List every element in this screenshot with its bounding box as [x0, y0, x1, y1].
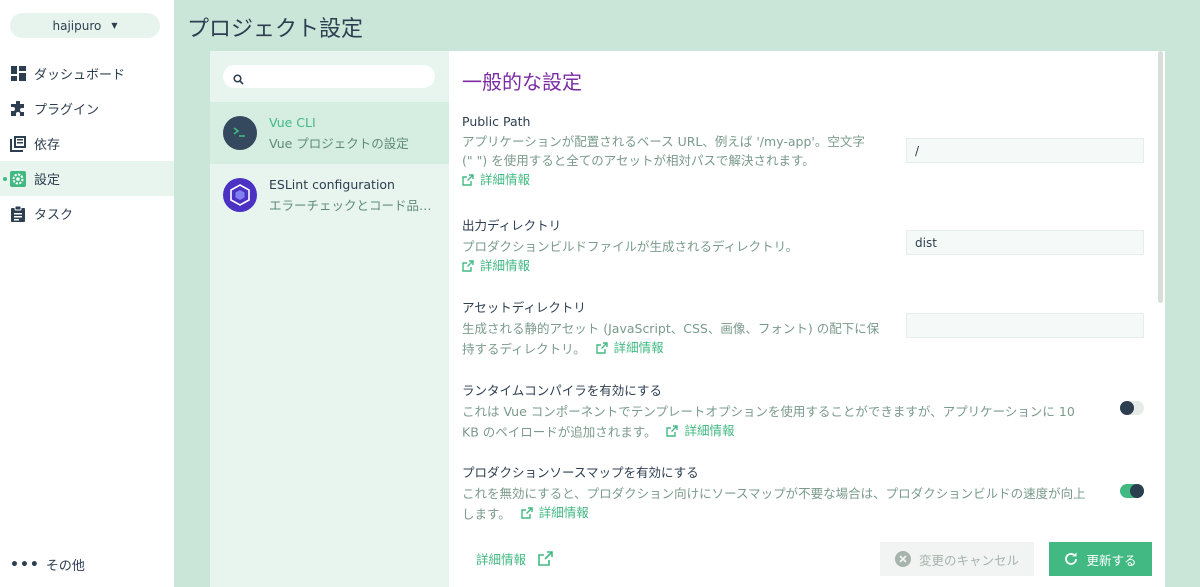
plugin-desc: エラーチェックとコード品質の設定: [269, 197, 439, 213]
update-button[interactable]: 更新する: [1049, 542, 1152, 576]
setting-desc-text: これは Vue コンポーネントでテンプレートオプションを使用することができますが…: [462, 404, 1075, 440]
clipboard-icon: [10, 205, 26, 222]
project-selector[interactable]: hajipuro ▼: [10, 13, 160, 38]
nav-item-label: タスク: [34, 208, 74, 223]
external-link-icon: [462, 259, 474, 272]
setting-title: プロダクションソースマップを有効にする: [462, 465, 699, 480]
runtime-compiler-toggle[interactable]: [1120, 401, 1144, 415]
setting-desc: プロダクションビルドファイルが生成されるディレクトリ。 詳細情報: [462, 237, 872, 277]
nav-more[interactable]: ••• その他: [10, 555, 85, 575]
settings-icon: [10, 170, 26, 187]
cancel-changes-button[interactable]: 変更のキャンセル: [880, 542, 1034, 576]
external-link-icon: [595, 341, 608, 354]
nav-item-dashboard[interactable]: ダッシュボード: [0, 56, 174, 91]
more-info-label: 詳細情報: [480, 172, 531, 187]
production-sourcemap-toggle[interactable]: [1120, 484, 1144, 498]
setting-public-path: Public Path アプリケーションが配置されるベース URL、例えば '/…: [462, 114, 872, 191]
setting-desc-text: 生成される静的アセット (JavaScript、CSS、画像、フォント) の配下…: [462, 321, 880, 357]
nav-item-tasks[interactable]: タスク: [0, 196, 174, 231]
search-input[interactable]: [249, 67, 429, 86]
caret-down-icon: ▼: [111, 21, 118, 30]
more-dots-icon: •••: [10, 556, 40, 573]
refresh-icon: [1064, 552, 1078, 566]
setting-assets-dir: アセットディレクトリ 生成される静的アセット (JavaScript、CSS、画…: [462, 297, 882, 359]
nav-item-label: 設定: [34, 173, 61, 188]
nav-item-plugins[interactable]: プラグイン: [0, 91, 174, 126]
setting-output-dir: 出力ディレクトリ プロダクションビルドファイルが生成されるディレクトリ。 詳細情…: [462, 215, 872, 277]
scrollbar[interactable]: [1158, 51, 1163, 303]
setting-desc-text: プロダクションビルドファイルが生成されるディレクトリ。: [462, 239, 799, 254]
plugin-list: Vue CLI Vue プロジェクトの設定 ESLint configurati…: [210, 51, 449, 587]
setting-desc-text: アプリケーションが配置されるベース URL、例えば '/my-app'。空文字 …: [462, 134, 865, 168]
output-dir-input[interactable]: [906, 230, 1144, 255]
plugin-desc: Vue プロジェクトの設定: [269, 135, 409, 151]
plugin-item-eslint[interactable]: ESLint configuration エラーチェックとコード品質の設定: [210, 164, 449, 226]
active-indicator: [3, 176, 7, 181]
nav-item-label: 依存: [34, 138, 61, 153]
page-title: プロジェクト設定: [187, 17, 364, 42]
left-nav: hajipuro ▼ ダッシュボード プラグイン 依存 設定 タスク ••• そ: [0, 0, 174, 587]
search-box[interactable]: [223, 65, 435, 88]
nav-more-label: その他: [45, 559, 85, 574]
external-link-icon: [462, 173, 474, 186]
setting-runtime-compiler: ランタイムコンパイラを有効にする これは Vue コンポーネントでテンプレートオ…: [462, 380, 1087, 442]
more-info-label: 詳細情報: [684, 423, 735, 438]
footer-more-info-link[interactable]: 詳細情報: [476, 549, 553, 568]
setting-desc: 生成される静的アセット (JavaScript、CSS、画像、フォント) の配下…: [462, 319, 882, 359]
nav-item-dependencies[interactable]: 依存: [0, 126, 174, 161]
more-info-label: 詳細情報: [538, 505, 589, 520]
more-info-label: 詳細情報: [480, 258, 531, 273]
terminal-icon: [223, 116, 257, 150]
setting-production-sourcemap: プロダクションソースマップを有効にする これを無効にすると、プロダクション向けに…: [462, 462, 1087, 524]
setting-title: アセットディレクトリ: [462, 300, 586, 315]
setting-desc: これを無効にすると、プロダクション向けにソースマップが不要な場合は、プロダクショ…: [462, 484, 1087, 524]
search-icon: [233, 70, 244, 89]
cancel-label: 変更のキャンセル: [918, 552, 1019, 568]
more-info-link[interactable]: 詳細情報: [462, 170, 530, 189]
setting-title: ランタイムコンパイラを有効にする: [462, 383, 662, 398]
external-link-icon: [521, 506, 533, 519]
external-link-icon: [666, 424, 679, 437]
setting-desc: アプリケーションが配置されるベース URL、例えば '/my-app'。空文字 …: [462, 132, 872, 191]
section-title: 一般的な設定: [462, 70, 582, 94]
more-info-link[interactable]: 詳細情報: [462, 256, 530, 275]
toggle-knob: [1130, 484, 1144, 498]
more-info-link[interactable]: 詳細情報: [595, 338, 664, 357]
footer-more-label: 詳細情報: [476, 552, 527, 567]
update-label: 更新する: [1086, 552, 1137, 568]
public-path-input[interactable]: [906, 138, 1144, 163]
settings-content: 一般的な設定 Public Path アプリケーションが配置されるベース URL…: [449, 51, 1165, 587]
setting-title: 出力ディレクトリ: [462, 218, 562, 233]
plugin-item-vue-cli[interactable]: Vue CLI Vue プロジェクトの設定: [210, 102, 449, 164]
toggle-knob: [1120, 401, 1134, 415]
settings-panel: Vue CLI Vue プロジェクトの設定 ESLint configurati…: [210, 51, 1165, 587]
setting-title: Public Path: [462, 114, 531, 129]
assets-dir-input[interactable]: [906, 313, 1144, 338]
more-info-link[interactable]: 詳細情報: [666, 421, 735, 440]
plugin-name: Vue CLI: [269, 114, 316, 130]
cancel-circle-icon: [894, 551, 911, 567]
external-link-icon: [538, 551, 553, 566]
nav-item-label: プラグイン: [34, 103, 100, 118]
more-info-link[interactable]: 詳細情報: [521, 503, 589, 522]
puzzle-icon: [10, 100, 26, 117]
project-name: hajipuro: [52, 18, 102, 33]
nav-item-label: ダッシュボード: [34, 68, 126, 83]
setting-desc: これは Vue コンポーネントでテンプレートオプションを使用することができますが…: [462, 402, 1087, 442]
library-icon: [10, 135, 26, 152]
more-info-label: 詳細情報: [613, 340, 664, 355]
plugin-name: ESLint configuration: [269, 176, 395, 192]
dashboard-icon: [10, 66, 26, 82]
eslint-logo-icon: [223, 178, 257, 212]
nav-item-settings[interactable]: 設定: [0, 161, 174, 196]
